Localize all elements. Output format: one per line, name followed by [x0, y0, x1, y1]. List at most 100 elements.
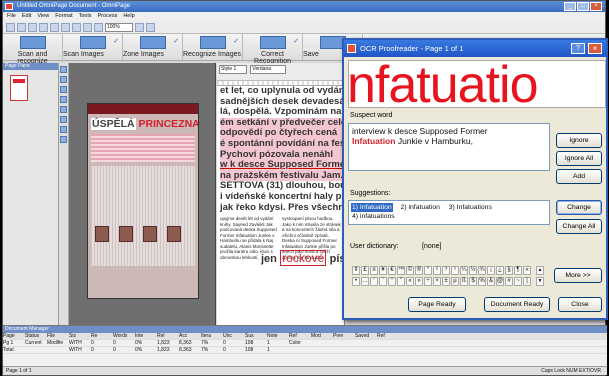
column-header[interactable]: Itera [201, 333, 223, 339]
new-icon[interactable] [6, 23, 15, 32]
step-recognize-images[interactable]: Recognize Images ✓ [183, 34, 243, 60]
copy-icon[interactable] [61, 23, 70, 32]
menu-edit[interactable]: Edit [22, 12, 31, 21]
special-char-button[interactable]: ß [460, 277, 468, 286]
rotate-icon[interactable] [60, 126, 67, 133]
special-char-button[interactable]: ½ [469, 266, 477, 275]
undo-icon[interactable] [83, 23, 92, 32]
polygon-zone-icon[interactable] [60, 86, 67, 93]
special-char-button[interactable]: § [505, 266, 513, 275]
special-char-button[interactable]: ¤ [370, 266, 378, 275]
open-icon[interactable] [17, 23, 26, 32]
cut-icon[interactable] [50, 23, 59, 32]
redo-icon[interactable] [94, 23, 103, 32]
change-button[interactable]: Change [556, 200, 602, 215]
special-char-button[interactable]: ” [397, 277, 405, 286]
zoom-tool-icon[interactable] [60, 136, 67, 143]
help-button[interactable]: ? [571, 43, 585, 54]
style-select[interactable]: Style 1 [219, 65, 247, 74]
special-char-button[interactable]: ¿ [496, 266, 504, 275]
special-char-button[interactable]: ¡ [487, 266, 495, 275]
column-header[interactable]: Saved [355, 333, 377, 339]
column-header[interactable]: Acc [179, 333, 201, 339]
menu-tools[interactable]: Tools [79, 12, 92, 21]
special-char-button[interactable]: ¢ [352, 266, 360, 275]
step-correct-results[interactable]: Correct Recognition Results✓ [243, 34, 303, 72]
column-header[interactable]: Words [113, 333, 135, 339]
main-close-button[interactable]: × [590, 2, 602, 11]
column-header[interactable]: Inte [135, 333, 157, 339]
special-char-button[interactable]: × [433, 277, 441, 286]
step-scan-and-recognize[interactable]: Scan and recognize [3, 34, 63, 65]
special-char-button[interactable]: ÷ [424, 277, 432, 286]
column-header[interactable]: File [47, 333, 69, 339]
print-icon[interactable] [39, 23, 48, 32]
column-header[interactable]: Sus [245, 333, 267, 339]
column-header[interactable]: Siz [69, 333, 91, 339]
special-char-button[interactable]: ¥ [379, 266, 387, 275]
column-header[interactable]: Mod [311, 333, 333, 339]
scroll-up-icon[interactable]: ▲ [536, 266, 544, 275]
scanned-page-image[interactable]: ÚSPĚLÁ PRINCEZNA [87, 103, 199, 299]
special-char-button[interactable]: ¼ [460, 266, 468, 275]
column-header[interactable]: Page [3, 333, 25, 339]
suspect-word-field[interactable]: interview k desce Supposed Former Infatu… [348, 123, 550, 171]
special-char-button[interactable]: ± [442, 277, 450, 286]
suggestions-list[interactable]: 1) Infatuation 2) infatuation 3) Infatua… [348, 200, 550, 225]
column-header[interactable]: Status [25, 333, 47, 339]
special-char-button[interactable]: | [523, 277, 531, 286]
maximize-button[interactable]: □ [577, 2, 589, 11]
suggestion-item[interactable]: 3) Infatuations [448, 203, 493, 212]
special-char-button[interactable]: ™ [397, 266, 405, 275]
change-all-button[interactable]: Change All [556, 219, 602, 234]
menu-view[interactable]: View [37, 12, 49, 21]
special-char-button[interactable]: « [523, 266, 531, 275]
special-char-button[interactable]: ~ [514, 277, 522, 286]
special-char-button[interactable]: ’ [379, 277, 387, 286]
special-char-button[interactable]: » [415, 277, 423, 286]
help-icon[interactable] [146, 23, 155, 32]
special-char-button[interactable]: µ [451, 277, 459, 286]
special-char-button[interactable]: © [406, 266, 414, 275]
special-char-button[interactable]: % [478, 277, 486, 286]
page-ready-button[interactable]: Page Ready [408, 297, 466, 312]
ignore-button[interactable]: Ignore [556, 133, 602, 148]
pointer-tool-icon[interactable] [60, 66, 67, 73]
special-char-button[interactable]: ¹ [451, 266, 459, 275]
special-char-button[interactable]: ² [433, 266, 441, 275]
step-scan-images[interactable]: Scan Images ✓ [63, 34, 123, 60]
special-char-button[interactable]: … [361, 277, 369, 286]
close-button[interactable]: Close [558, 297, 602, 312]
rectangle-zone-icon[interactable] [60, 76, 67, 83]
ignore-all-button[interactable]: Ignore All [556, 151, 602, 166]
minimize-button[interactable]: _ [564, 2, 576, 11]
page-thumbnail[interactable] [10, 75, 28, 101]
special-char-button[interactable]: € [388, 266, 396, 275]
table-zone-icon[interactable] [60, 106, 67, 113]
column-header[interactable]: Prev [333, 333, 355, 339]
graphic-zone-icon[interactable] [60, 116, 67, 123]
suggestion-item[interactable]: 2) infatuation [400, 203, 441, 212]
table-row[interactable]: Total WITH 0 0 0% 1,823 8,363 7% 0 108 1 [3, 347, 607, 354]
special-char-button[interactable]: ¾ [478, 266, 486, 275]
suggestion-item[interactable]: 1) Infatuation [351, 203, 393, 212]
menu-help[interactable]: Help [123, 12, 134, 21]
special-char-button[interactable]: $ [469, 277, 477, 286]
dialog-close-icon[interactable]: × [588, 43, 602, 54]
add-button[interactable]: Add [556, 169, 602, 184]
more-button[interactable]: More >> [554, 268, 602, 283]
step-zone-images[interactable]: Zone Images ✓ [123, 34, 183, 60]
column-header[interactable]: Note [267, 333, 289, 339]
special-char-button[interactable]: # [505, 277, 513, 286]
save-icon[interactable] [28, 23, 37, 32]
special-char-button[interactable]: ® [415, 266, 423, 275]
special-char-button[interactable]: “ [388, 277, 396, 286]
menu-format[interactable]: Format [55, 12, 72, 21]
special-char-button[interactable]: ‘ [370, 277, 378, 286]
special-char-button[interactable]: @ [496, 277, 504, 286]
special-char-button[interactable]: ¶ [514, 266, 522, 275]
zoom-select[interactable]: 100% [105, 23, 133, 32]
special-char-button[interactable]: £ [361, 266, 369, 275]
special-char-button[interactable]: ³ [442, 266, 450, 275]
special-char-button[interactable]: ° [424, 266, 432, 275]
